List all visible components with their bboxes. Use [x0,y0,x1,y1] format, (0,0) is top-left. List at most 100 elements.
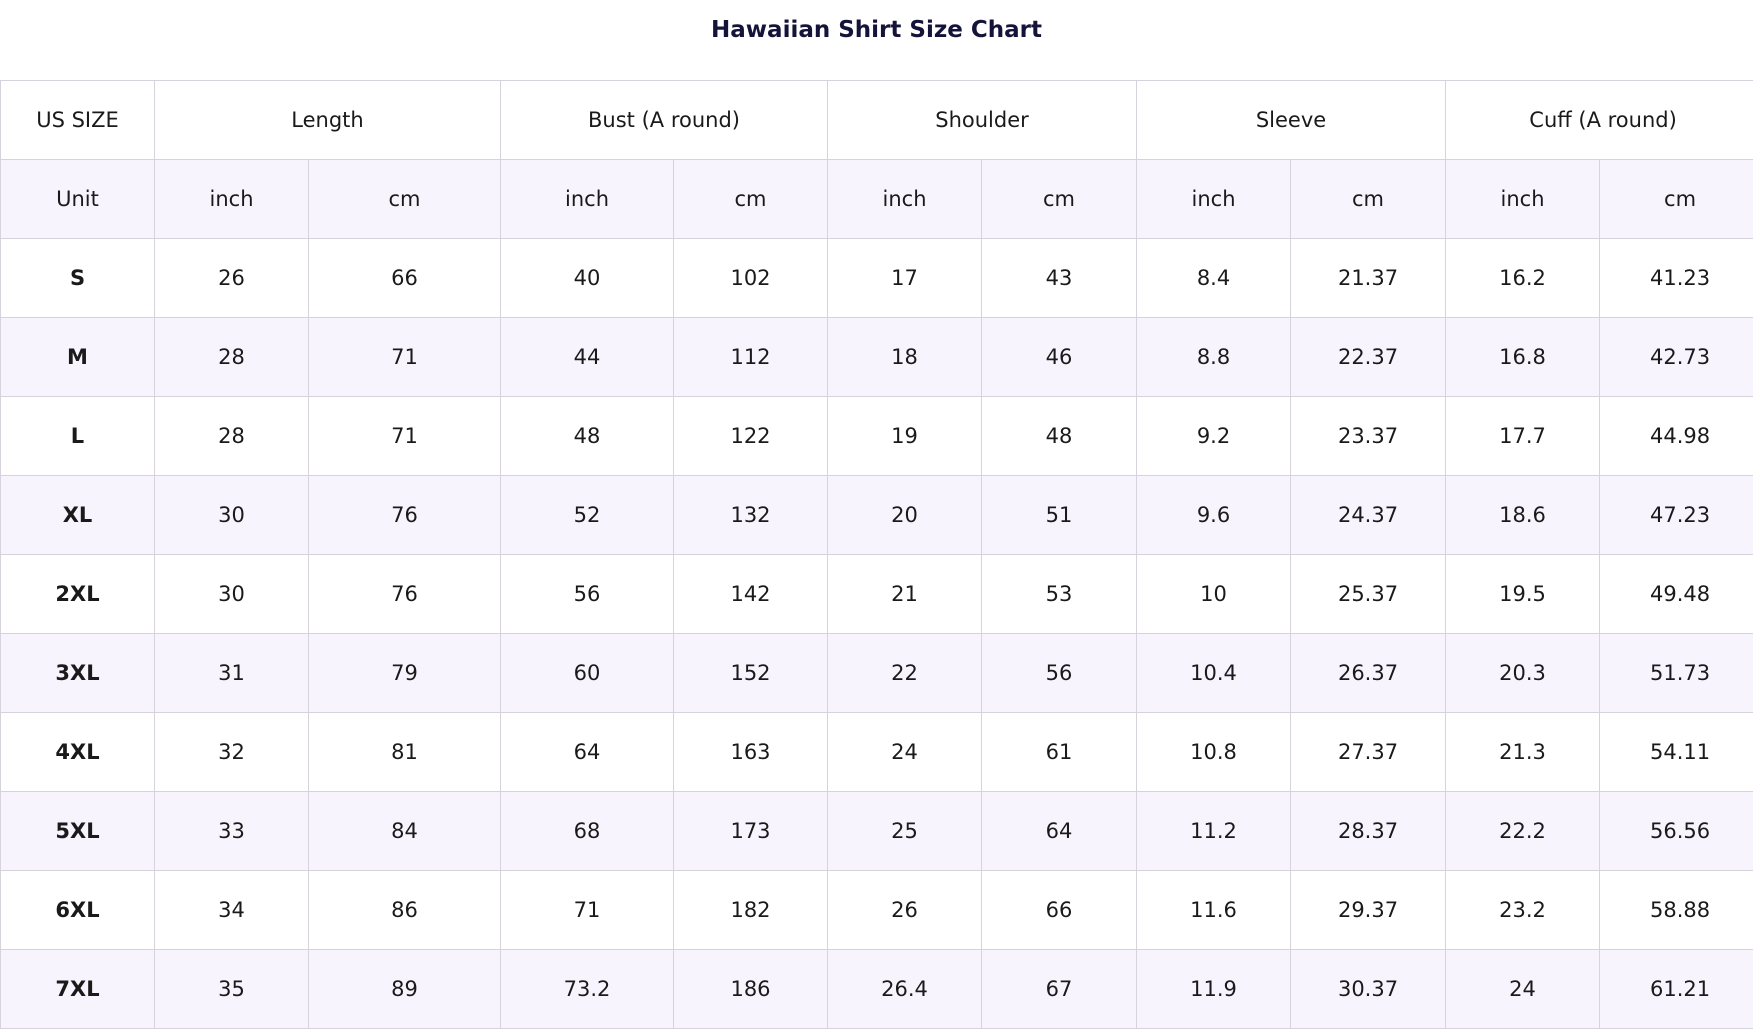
measurement-cell: 71 [501,871,674,950]
page-title: Hawaiian Shirt Size Chart [0,0,1753,60]
size-cell: M [1,318,155,397]
measurement-cell: 31 [155,634,309,713]
measurement-cell: 24.37 [1291,476,1446,555]
measurement-cell: 102 [674,239,828,318]
measurement-cell: 51 [982,476,1137,555]
table-row: S26664010217438.421.3716.241.23 [1,239,1753,318]
measurement-cell: 44.98 [1600,397,1753,476]
size-chart-table: US SIZE Length Bust (A round) Shoulder S… [0,80,1753,1029]
header-shoulder: Shoulder [828,81,1137,160]
header-length: Length [155,81,501,160]
unit-label: Unit [1,160,155,239]
header-us-size: US SIZE [1,81,155,160]
unit-cell: cm [1291,160,1446,239]
measurement-cell: 26 [155,239,309,318]
measurement-cell: 132 [674,476,828,555]
table-body: US SIZE Length Bust (A round) Shoulder S… [1,81,1753,1029]
measurement-cell: 22 [828,634,982,713]
measurement-cell: 54.11 [1600,713,1753,792]
size-cell: S [1,239,155,318]
unit-cell: cm [309,160,501,239]
unit-cell: inch [155,160,309,239]
table-row: 6XL348671182266611.629.3723.258.88 [1,871,1753,950]
measurement-cell: 28.37 [1291,792,1446,871]
measurement-cell: 22.37 [1291,318,1446,397]
measurement-cell: 56 [501,555,674,634]
unit-cell: inch [1446,160,1600,239]
measurement-cell: 68 [501,792,674,871]
measurement-cell: 8.8 [1137,318,1291,397]
size-cell: L [1,397,155,476]
unit-cell: inch [501,160,674,239]
measurement-cell: 61 [982,713,1137,792]
table-row: 7XL358973.218626.46711.930.372461.21 [1,950,1753,1029]
measurement-cell: 26 [828,871,982,950]
measurement-cell: 11.6 [1137,871,1291,950]
measurement-cell: 16.2 [1446,239,1600,318]
table-row: 3XL317960152225610.426.3720.351.73 [1,634,1753,713]
measurement-cell: 44 [501,318,674,397]
measurement-cell: 26.4 [828,950,982,1029]
measurement-cell: 173 [674,792,828,871]
measurement-cell: 71 [309,397,501,476]
measurement-cell: 67 [982,950,1137,1029]
measurement-cell: 81 [309,713,501,792]
measurement-cell: 17 [828,239,982,318]
measurement-cell: 22.2 [1446,792,1600,871]
measurement-cell: 9.2 [1137,397,1291,476]
size-cell: 2XL [1,555,155,634]
measurement-cell: 53 [982,555,1137,634]
unit-cell: inch [1137,160,1291,239]
unit-cell: cm [982,160,1137,239]
table-row: 2XL30765614221531025.3719.549.48 [1,555,1753,634]
size-cell: 4XL [1,713,155,792]
measurement-cell: 66 [309,239,501,318]
measurement-cell: 76 [309,555,501,634]
measurement-cell: 24 [828,713,982,792]
size-cell: 5XL [1,792,155,871]
measurement-cell: 9.6 [1137,476,1291,555]
measurement-cell: 23.37 [1291,397,1446,476]
measurement-cell: 34 [155,871,309,950]
measurement-cell: 41.23 [1600,239,1753,318]
measurement-cell: 64 [982,792,1137,871]
measurement-cell: 152 [674,634,828,713]
measurement-cell: 33 [155,792,309,871]
measurement-cell: 56 [982,634,1137,713]
measurement-cell: 8.4 [1137,239,1291,318]
size-cell: 7XL [1,950,155,1029]
unit-row: Unit inch cm inch cm inch cm inch cm inc… [1,160,1753,239]
measurement-cell: 48 [982,397,1137,476]
measurement-cell: 79 [309,634,501,713]
measurement-cell: 58.88 [1600,871,1753,950]
measurement-cell: 25 [828,792,982,871]
measurement-cell: 10.4 [1137,634,1291,713]
measurement-cell: 48 [501,397,674,476]
measurement-cell: 29.37 [1291,871,1446,950]
unit-cell: cm [674,160,828,239]
measurement-cell: 112 [674,318,828,397]
size-cell: XL [1,476,155,555]
measurement-cell: 163 [674,713,828,792]
measurement-cell: 20 [828,476,982,555]
measurement-cell: 84 [309,792,501,871]
measurement-cell: 11.9 [1137,950,1291,1029]
table-row: 5XL338468173256411.228.3722.256.56 [1,792,1753,871]
measurement-cell: 30 [155,555,309,634]
measurement-cell: 10 [1137,555,1291,634]
size-cell: 6XL [1,871,155,950]
measurement-cell: 16.8 [1446,318,1600,397]
unit-cell: inch [828,160,982,239]
measurement-cell: 76 [309,476,501,555]
measurement-cell: 60 [501,634,674,713]
table-row: L28714812219489.223.3717.744.98 [1,397,1753,476]
header-row: US SIZE Length Bust (A round) Shoulder S… [1,81,1753,160]
measurement-cell: 64 [501,713,674,792]
measurement-cell: 66 [982,871,1137,950]
measurement-cell: 42.73 [1600,318,1753,397]
header-bust: Bust (A round) [501,81,828,160]
measurement-cell: 24 [1446,950,1600,1029]
measurement-cell: 47.23 [1600,476,1753,555]
unit-cell: cm [1600,160,1753,239]
measurement-cell: 89 [309,950,501,1029]
